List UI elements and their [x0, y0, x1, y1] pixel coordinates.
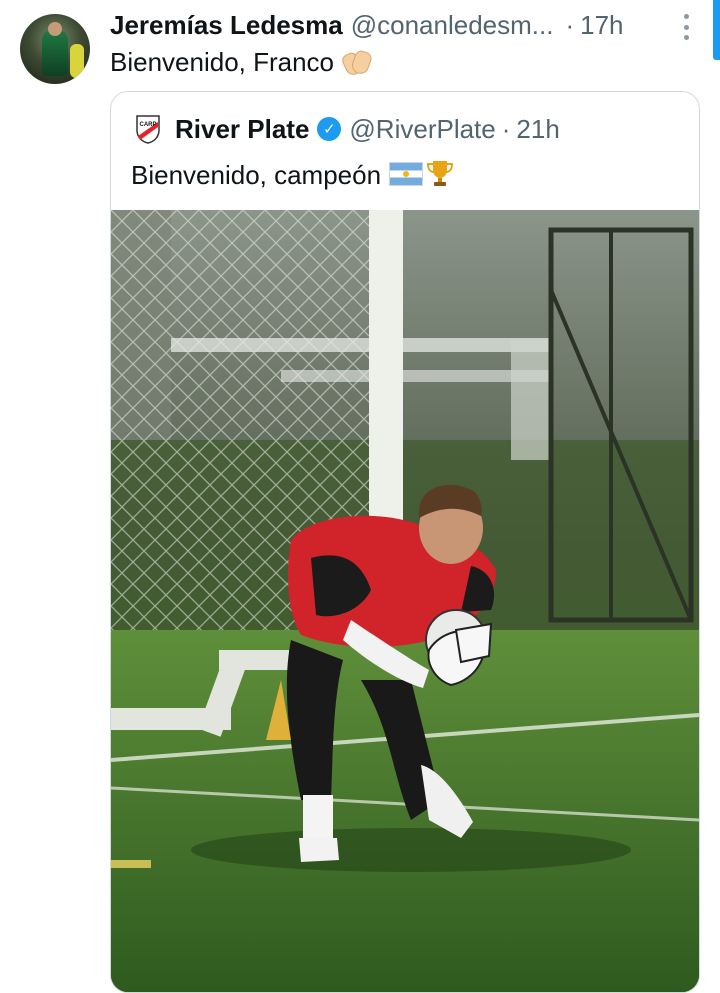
tweet-text-content: Bienvenido, Franco: [110, 47, 335, 77]
quoted-tweet-card[interactable]: CARP River Plate ✓ @RiverPlate · 21h Bie…: [110, 91, 700, 993]
svg-text:CARP: CARP: [139, 122, 156, 128]
scroll-indicator[interactable]: [713, 0, 720, 60]
avatar[interactable]: [20, 14, 90, 84]
quoted-author-name[interactable]: River Plate: [175, 114, 309, 145]
tweet-text: Bienvenido, Franco: [110, 46, 374, 78]
author-name[interactable]: Jeremías Ledesma: [110, 10, 343, 40]
river-plate-logo-icon: CARP: [136, 115, 160, 144]
photo-illustration: [111, 210, 699, 992]
tweet-header: Jeremías Ledesma @conanledesm... · 17h: [110, 10, 680, 40]
trophy-icon: [427, 161, 454, 186]
author-handle[interactable]: @conanledesm...: [351, 10, 554, 40]
tweet-time[interactable]: 17h: [580, 10, 623, 40]
quoted-author-handle[interactable]: @RiverPlate: [349, 114, 495, 145]
separator-dot: ·: [565, 10, 575, 40]
clapping-hands-icon: [340, 47, 374, 78]
argentina-flag-icon: [389, 162, 424, 186]
quoted-tweet-header: CARP River Plate ✓ @RiverPlate · 21h: [135, 112, 560, 146]
quoted-tweet-time[interactable]: 21h: [516, 114, 559, 145]
more-options-icon[interactable]: [682, 14, 690, 40]
goalkeeper-photo[interactable]: [111, 210, 699, 992]
quoted-tweet-text-content: Bienvenido, campeón: [131, 160, 382, 190]
separator-dot: ·: [501, 113, 511, 144]
quoted-tweet-text: Bienvenido, campeón: [131, 158, 455, 192]
verified-badge-icon: ✓: [317, 117, 342, 141]
